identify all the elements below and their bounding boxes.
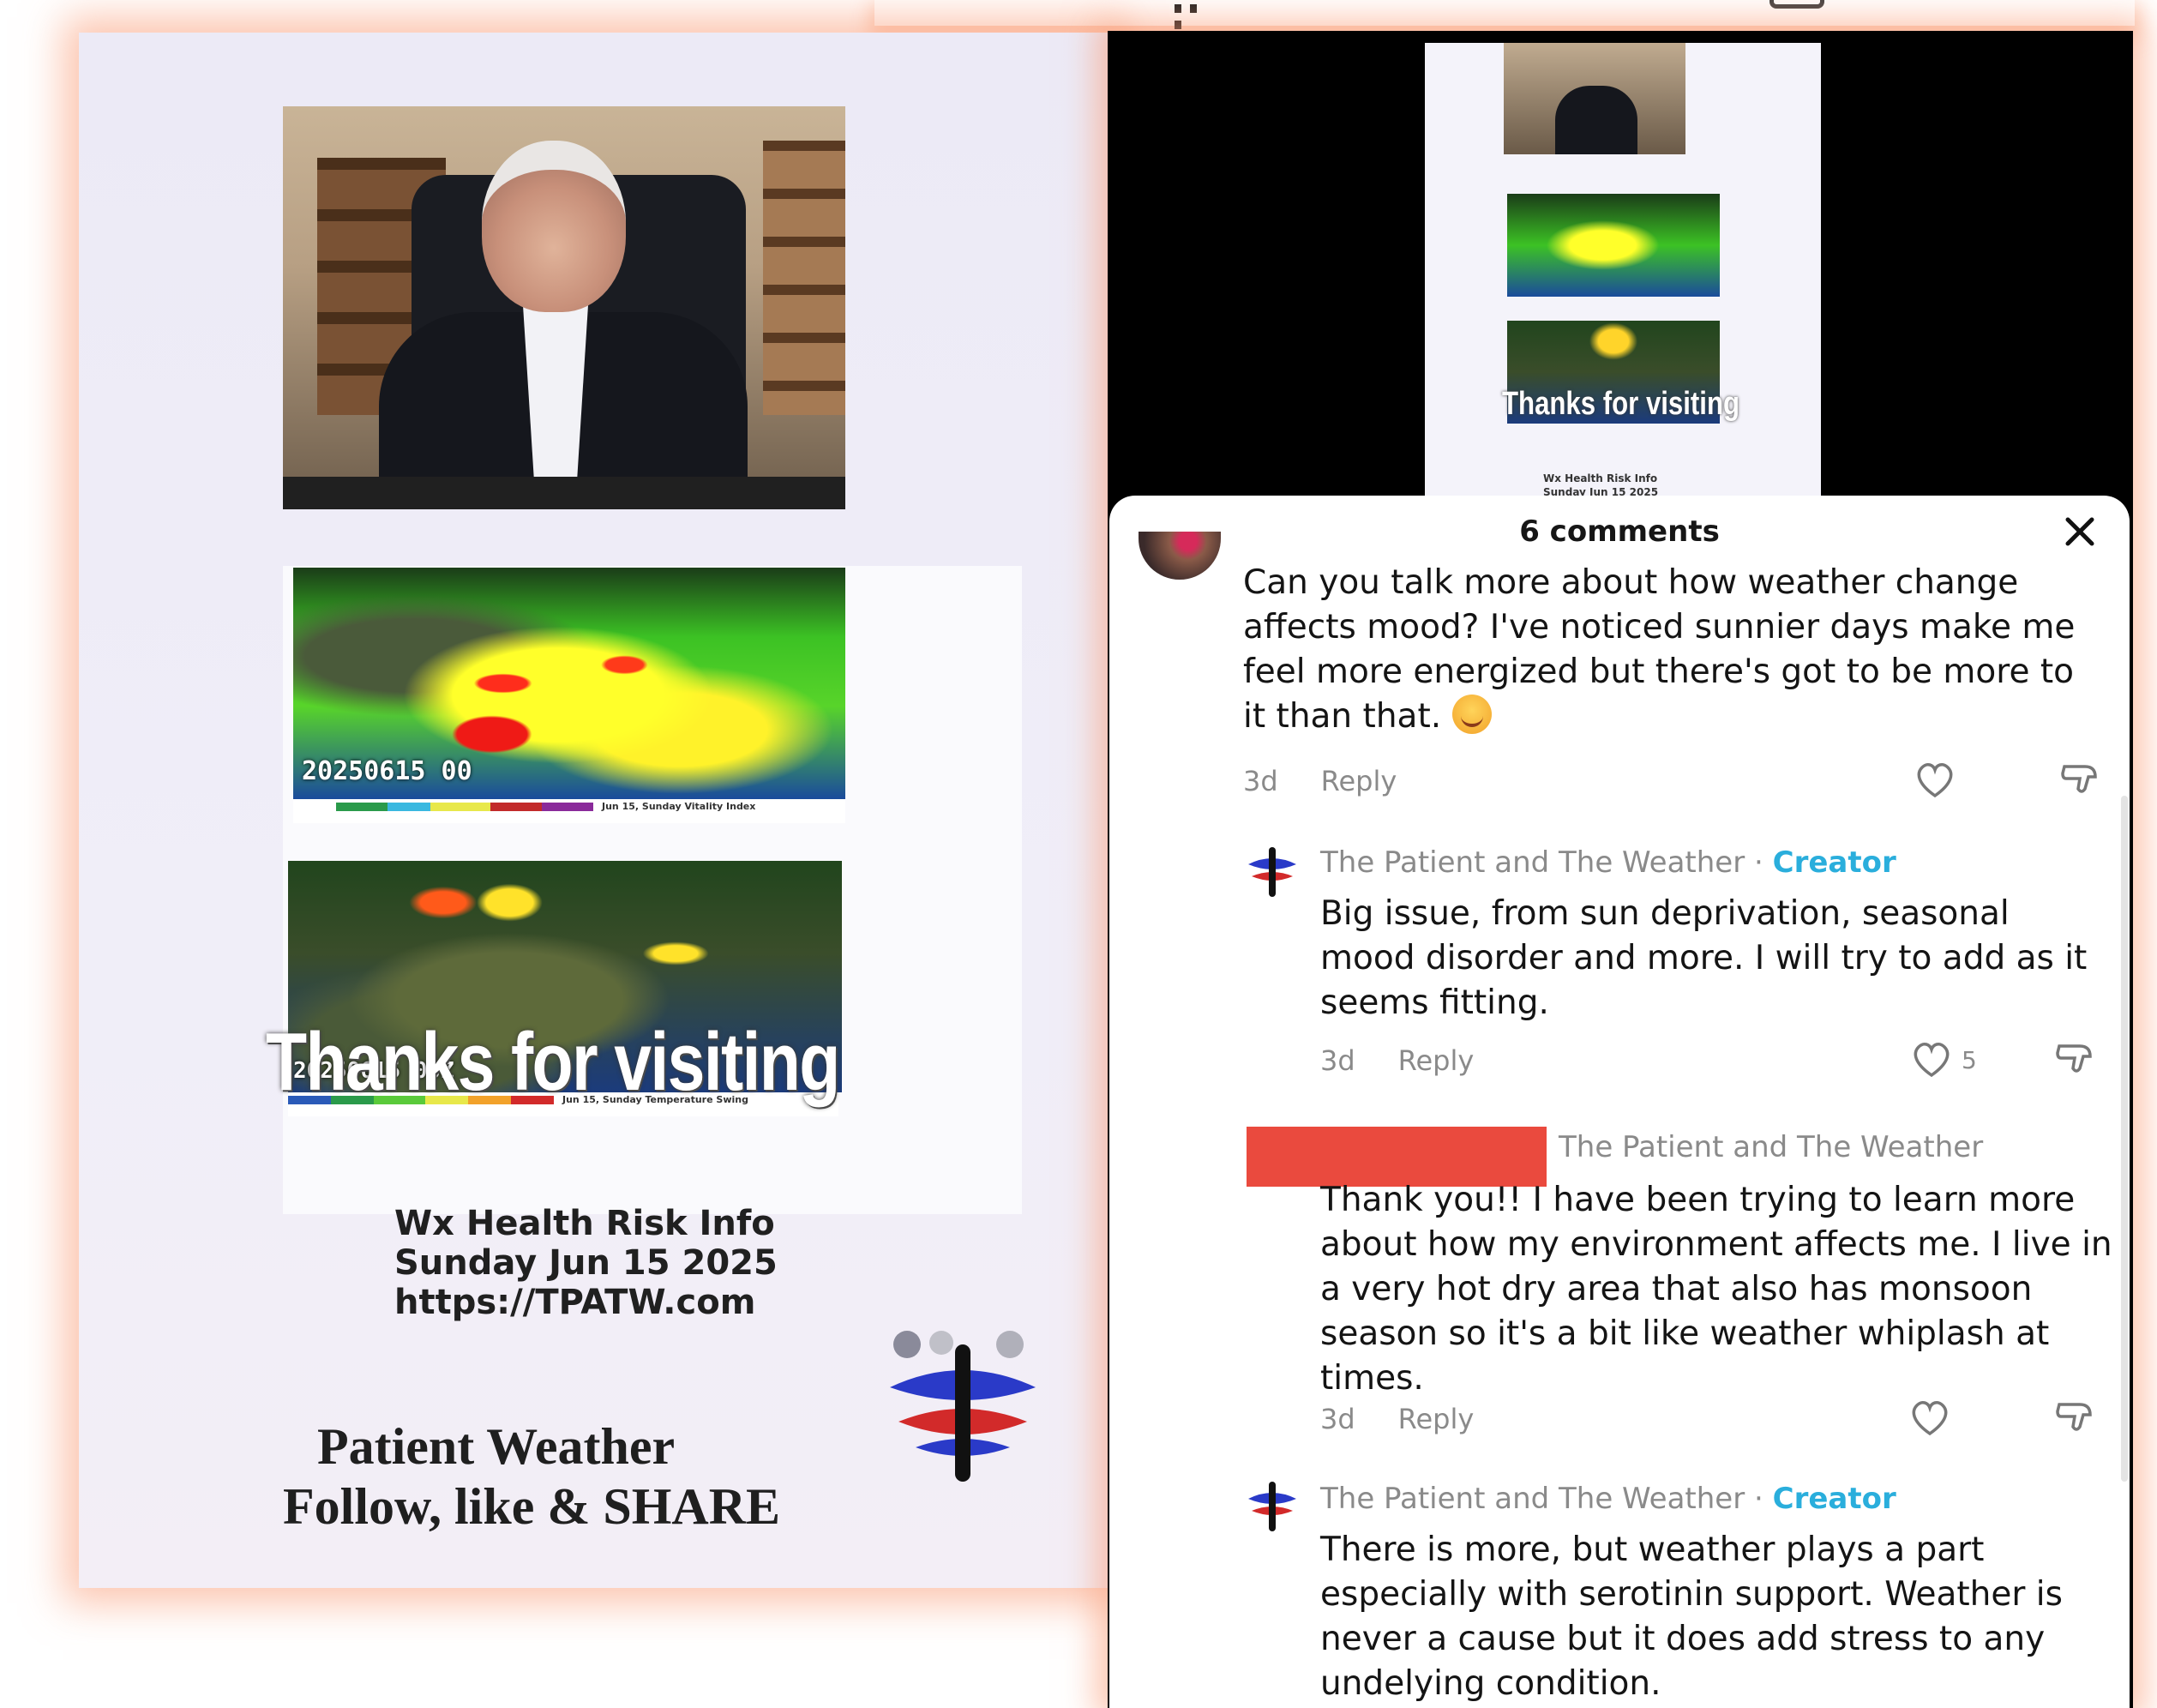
video-preview-card[interactable]: Thanks for visiting Wx Health Risk Info …: [1425, 43, 1821, 523]
comment-2-heart-icon[interactable]: [1910, 1039, 1953, 1079]
creator-badge: Creator: [1772, 845, 1896, 880]
comment-4-line-1: There is more, but weather plays a part: [1320, 1531, 1985, 1569]
comment-1-meta: 3d Reply: [1243, 765, 1397, 797]
comment-3-line-4: season so it's a bit like weather whipla…: [1320, 1314, 2050, 1353]
comment-1-text: Can you talk more about how weather chan…: [1243, 561, 2100, 739]
comment-4-author-line: The Patient and The Weather · Creator: [1320, 1482, 1896, 1516]
footer-text: Patient Weather Follow, like & SHARE: [283, 1416, 780, 1537]
window-icon[interactable]: [1769, 0, 1824, 9]
comment-2-author[interactable]: The Patient and The Weather: [1320, 845, 1745, 880]
mini-thanks-overlay: Thanks for visiting: [1502, 386, 1740, 422]
post-image-panel: 20250615 00 Jun 15, Sunday Vitality Inde…: [79, 33, 1108, 1588]
menu-icon[interactable]: [1175, 0, 1217, 29]
comment-1-line-1: Can you talk more about how weather chan…: [1243, 563, 2019, 602]
creator-badge: Creator: [1772, 1482, 1896, 1516]
comment-3-line-1: Thank you!! I have been trying to learn …: [1320, 1181, 2076, 1219]
comment-3-text: Thank you!! I have been trying to learn …: [1320, 1178, 2126, 1401]
info-block: Wx Health Risk Info Sunday Jun 15 2025 h…: [394, 1204, 778, 1322]
comment-1-dislike-icon[interactable]: [2059, 760, 2102, 799]
comment-2-like-count: 5: [1962, 1046, 1977, 1074]
comment-1-age: 3d: [1243, 765, 1278, 797]
commenter-avatar[interactable]: [1139, 532, 1221, 580]
weather-maps-card: 20250615 00 Jun 15, Sunday Vitality Inde…: [283, 566, 1022, 1214]
map1-legend: Jun 15, Sunday Vitality Index: [293, 799, 845, 823]
comments-sheet: 6 comments Can you talk more about how w…: [1109, 496, 2130, 1708]
footer-line-1: Patient Weather: [317, 1418, 676, 1475]
comment-3-age: 3d: [1320, 1403, 1355, 1435]
comment-3-meta: 3d Reply: [1320, 1403, 1474, 1435]
info-title: Wx Health Risk Info: [394, 1204, 775, 1243]
comment-2-line-1: Big issue, from sun deprivation, seasona…: [1320, 894, 2010, 933]
comment-3-line-5: times.: [1320, 1359, 1424, 1398]
comment-4-text: There is more, but weather plays a part …: [1320, 1528, 2118, 1706]
comment-3-reply-to[interactable]: The Patient and The Weather: [1559, 1130, 1983, 1164]
comment-1-line-4: it than that.: [1243, 697, 1442, 736]
comment-3-line-2: about how my environment affects me. I l…: [1320, 1225, 2112, 1264]
video-comments-panel: Thanks for visiting Wx Health Risk Info …: [1108, 31, 2133, 1708]
map1-date: 20250615 00: [302, 756, 472, 786]
comment-1-line-2: affects mood? I've noticed sunnier days …: [1243, 608, 2076, 647]
comment-4-line-3: never a cause but it does add stress to …: [1320, 1620, 2046, 1658]
comment-1-line-3: feel more energized but there's got to b…: [1243, 653, 2074, 691]
close-icon[interactable]: [2059, 511, 2100, 552]
comment-1-heart-icon[interactable]: [1914, 760, 1956, 799]
comment-2-author-line: The Patient and The Weather · Creator: [1320, 845, 1896, 880]
thanks-overlay-text: Thanks for visiting: [266, 1016, 840, 1108]
comment-4-line-4: undelying condition.: [1320, 1664, 1661, 1703]
info-url: https://TPATW.com: [394, 1283, 756, 1322]
creator-avatar-icon[interactable]: [1245, 1478, 1300, 1533]
comment-2-meta: 3d Reply: [1320, 1044, 1474, 1077]
comment-3-reply-button[interactable]: Reply: [1398, 1403, 1475, 1435]
comment-4-line-2: especially with serotinin support. Weath…: [1320, 1575, 2063, 1614]
comment-2-line-3: seems fitting.: [1320, 983, 1549, 1022]
presenter-video-frame: [283, 106, 845, 509]
map1-caption: Jun 15, Sunday Vitality Index: [602, 801, 756, 812]
comment-2-text: Big issue, from sun deprivation, seasona…: [1320, 892, 2118, 1025]
comments-count-title: 6 comments: [1519, 514, 1720, 549]
comment-1-reply-button[interactable]: Reply: [1321, 765, 1397, 797]
mini-vitality-map: [1507, 194, 1720, 297]
comment-3-line-3: a very hot dry area that also has monsoo…: [1320, 1270, 2033, 1308]
presenter-head: [482, 141, 626, 312]
footer-line-2: Follow, like & SHARE: [283, 1478, 781, 1535]
comment-2-line-2: mood disorder and more. I will try to ad…: [1320, 939, 2088, 977]
tpatw-logo-icon: [890, 1331, 1036, 1482]
info-date: Sunday Jun 15 2025: [394, 1243, 778, 1283]
comment-2-dislike-icon[interactable]: [2054, 1039, 2097, 1079]
bookshelf-right: [763, 141, 845, 415]
comment-2-reply-button[interactable]: Reply: [1398, 1044, 1475, 1077]
creator-avatar-icon[interactable]: [1245, 844, 1300, 899]
comment-2-age: 3d: [1320, 1044, 1355, 1077]
mini-presenter-photo: [1504, 43, 1685, 154]
comment-3-heart-icon[interactable]: [1908, 1398, 1951, 1437]
top-strip: [874, 0, 2135, 26]
comment-3-dislike-icon[interactable]: [2054, 1398, 2097, 1437]
desk: [283, 477, 845, 509]
mini-info-title: Wx Health Risk Info: [1543, 472, 1658, 484]
comment-4-author[interactable]: The Patient and The Weather: [1320, 1482, 1745, 1516]
smile-emoji-icon: [1451, 695, 1492, 734]
vitality-index-map: 20250615 00: [293, 568, 845, 799]
